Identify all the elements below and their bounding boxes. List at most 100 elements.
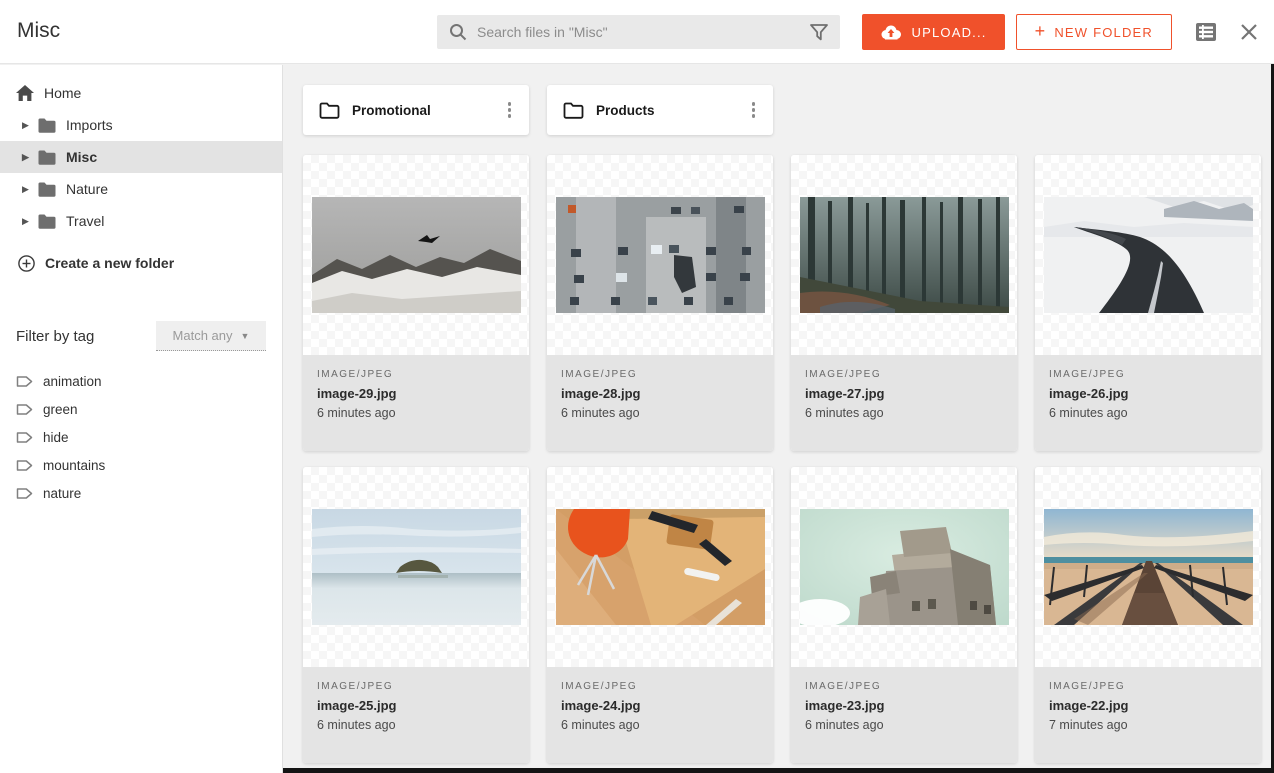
search-input[interactable]: [477, 24, 800, 40]
filter-funnel-icon[interactable]: [810, 24, 828, 41]
create-folder-button[interactable]: Create a new folder: [0, 247, 282, 279]
header-actions: UPLOAD... + NEW FOLDER: [862, 14, 1259, 50]
sidebar-item-misc[interactable]: ▶ Misc: [0, 141, 282, 173]
page-edge-bottom: [283, 768, 1274, 773]
tag-list: animation green hide mountains nature: [0, 367, 282, 507]
file-name: image-24.jpg: [561, 698, 759, 713]
sidebar-item-travel[interactable]: ▶ Travel: [0, 205, 282, 237]
sidebar-item-label: Misc: [66, 149, 97, 165]
folder-card-label: Products: [596, 103, 748, 118]
tag-label: animation: [43, 374, 102, 389]
file-kind: IMAGE/JPEG: [561, 369, 759, 380]
file-name: image-29.jpg: [317, 386, 515, 401]
search-bar[interactable]: [437, 15, 840, 49]
file-time: 6 minutes ago: [561, 718, 759, 732]
file-meta: IMAGE/JPEG image-23.jpg 6 minutes ago: [791, 667, 1017, 763]
file-kind: IMAGE/JPEG: [1049, 681, 1247, 692]
kebab-menu-icon[interactable]: [504, 98, 516, 122]
file-card-image-24[interactable]: IMAGE/JPEG image-24.jpg 6 minutes ago: [547, 467, 773, 763]
thumbnail: [547, 467, 773, 667]
file-card-image-28[interactable]: IMAGE/JPEG image-28.jpg 6 minutes ago: [547, 155, 773, 451]
tag-item-green[interactable]: green: [0, 395, 282, 423]
file-meta: IMAGE/JPEG image-28.jpg 6 minutes ago: [547, 355, 773, 451]
sidebar: Home ▶ Imports ▶ Misc ▶ Nature ▶ Travel …: [0, 65, 283, 773]
caret-right-icon[interactable]: ▶: [22, 216, 38, 227]
file-kind: IMAGE/JPEG: [805, 369, 1003, 380]
file-kind: IMAGE/JPEG: [561, 681, 759, 692]
file-meta: IMAGE/JPEG image-22.jpg 7 minutes ago: [1035, 667, 1261, 763]
close-icon[interactable]: [1240, 23, 1258, 41]
tag-label: nature: [43, 486, 81, 501]
file-meta: IMAGE/JPEG image-29.jpg 6 minutes ago: [303, 355, 529, 451]
sidebar-item-nature[interactable]: ▶ Nature: [0, 173, 282, 205]
file-card-image-27[interactable]: IMAGE/JPEG image-27.jpg 6 minutes ago: [791, 155, 1017, 451]
file-card-image-23[interactable]: IMAGE/JPEG image-23.jpg 6 minutes ago: [791, 467, 1017, 763]
sidebar-item-imports[interactable]: ▶ Imports: [0, 109, 282, 141]
tag-icon: [16, 486, 33, 501]
caret-right-icon[interactable]: ▶: [22, 120, 38, 131]
page-title: Misc: [17, 19, 60, 43]
folder-card-promotional[interactable]: Promotional: [303, 85, 529, 135]
tag-icon: [16, 374, 33, 389]
sidebar-item-label: Home: [44, 85, 81, 101]
file-name: image-22.jpg: [1049, 698, 1247, 713]
new-folder-button[interactable]: + NEW FOLDER: [1016, 14, 1172, 50]
file-name: image-23.jpg: [805, 698, 1003, 713]
main-content: Promotional Products: [284, 65, 1274, 773]
folder-card-products[interactable]: Products: [547, 85, 773, 135]
tag-icon: [16, 430, 33, 445]
file-time: 7 minutes ago: [1049, 718, 1247, 732]
tag-label: green: [43, 402, 78, 417]
folder-cards-row: Promotional Products: [303, 85, 1274, 135]
thumbnail: [791, 467, 1017, 667]
chevron-down-icon: ▼: [241, 331, 250, 341]
file-time: 6 minutes ago: [317, 718, 515, 732]
circle-plus-icon: [18, 255, 35, 272]
tag-item-nature[interactable]: nature: [0, 479, 282, 507]
thumbnail: [547, 155, 773, 355]
thumbnail: [1035, 467, 1261, 667]
folder-icon: [38, 182, 56, 197]
file-time: 6 minutes ago: [317, 406, 515, 420]
file-meta: IMAGE/JPEG image-27.jpg 6 minutes ago: [791, 355, 1017, 451]
match-mode-select[interactable]: Match any ▼: [156, 321, 266, 351]
header: Misc UPLOAD... + NEW FOLDER: [0, 0, 1274, 64]
file-name: image-26.jpg: [1049, 386, 1247, 401]
sidebar-item-label: Nature: [66, 181, 108, 197]
file-time: 6 minutes ago: [805, 406, 1003, 420]
folder-icon: [38, 118, 56, 133]
match-mode-value: Match any: [173, 328, 233, 343]
cloud-upload-icon: [880, 25, 902, 40]
tag-label: mountains: [43, 458, 105, 473]
file-time: 6 minutes ago: [1049, 406, 1247, 420]
file-card-image-29[interactable]: IMAGE/JPEG image-29.jpg 6 minutes ago: [303, 155, 529, 451]
upload-button[interactable]: UPLOAD...: [862, 14, 1005, 50]
folder-icon: [38, 150, 56, 165]
thumbnail: [303, 467, 529, 667]
file-card-image-25[interactable]: IMAGE/JPEG image-25.jpg 6 minutes ago: [303, 467, 529, 763]
create-folder-label: Create a new folder: [45, 255, 174, 271]
tag-item-hide[interactable]: hide: [0, 423, 282, 451]
file-name: image-28.jpg: [561, 386, 759, 401]
caret-right-icon[interactable]: ▶: [22, 184, 38, 195]
thumbnail: [1035, 155, 1261, 355]
file-card-image-26[interactable]: IMAGE/JPEG image-26.jpg 6 minutes ago: [1035, 155, 1261, 451]
sidebar-item-label: Imports: [66, 117, 113, 133]
file-grid: IMAGE/JPEG image-29.jpg 6 minutes ago: [303, 155, 1274, 763]
caret-right-icon[interactable]: ▶: [22, 152, 38, 163]
filter-heading: Filter by tag: [16, 328, 94, 345]
tag-item-animation[interactable]: animation: [0, 367, 282, 395]
home-icon: [16, 85, 34, 101]
tag-item-mountains[interactable]: mountains: [0, 451, 282, 479]
file-kind: IMAGE/JPEG: [1049, 369, 1247, 380]
file-time: 6 minutes ago: [805, 718, 1003, 732]
plus-icon: +: [1035, 22, 1047, 40]
sidebar-item-home[interactable]: Home: [0, 77, 282, 109]
kebab-menu-icon[interactable]: [748, 98, 760, 122]
tag-label: hide: [43, 430, 69, 445]
list-view-icon[interactable]: [1194, 22, 1218, 42]
search-icon: [449, 23, 467, 41]
file-card-image-22[interactable]: IMAGE/JPEG image-22.jpg 7 minutes ago: [1035, 467, 1261, 763]
thumbnail: [791, 155, 1017, 355]
new-folder-button-label: NEW FOLDER: [1054, 25, 1153, 40]
